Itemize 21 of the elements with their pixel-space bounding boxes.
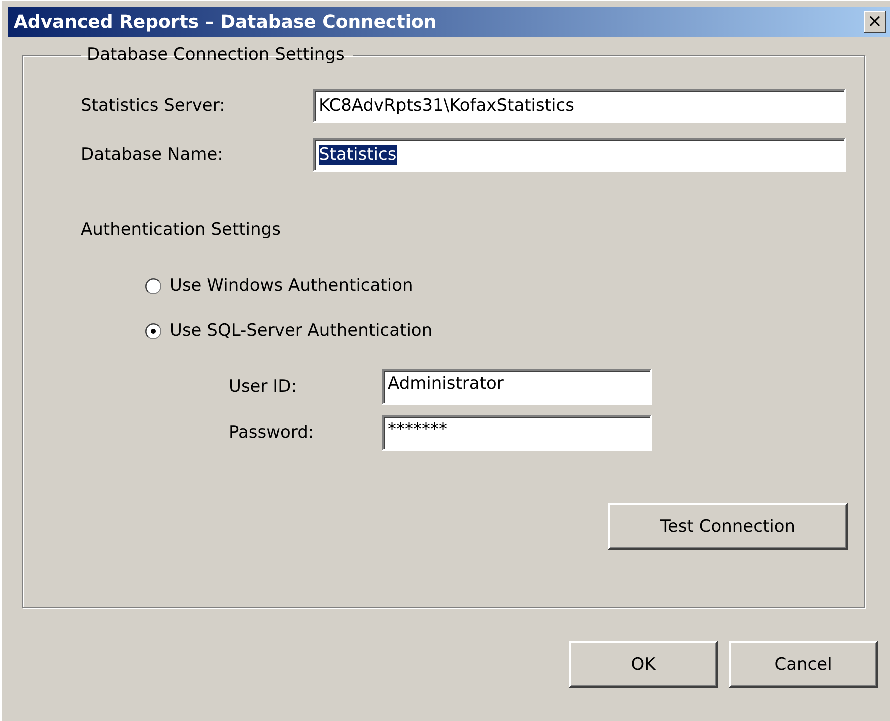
field-label: Statistics Server: <box>81 96 226 116</box>
radio-button-icon[interactable] <box>145 322 162 340</box>
test-connection-button[interactable]: Test Connection <box>608 503 848 550</box>
close-button[interactable]: × <box>864 11 886 33</box>
text-field[interactable]: ******* <box>382 415 652 451</box>
field-label: User ID: <box>229 377 298 397</box>
field-value: KC8AdvRpts31\KofaxStatistics <box>319 96 574 116</box>
window-title: Advanced Reports – Database Connection <box>14 12 437 32</box>
text-field[interactable]: Statistics <box>313 138 846 172</box>
text-field[interactable]: KC8AdvRpts31\KofaxStatistics <box>313 89 846 123</box>
group-title: Database Connection Settings <box>86 45 346 65</box>
section-heading: Authentication Settings <box>81 220 282 240</box>
text-field[interactable]: Administrator <box>382 369 652 405</box>
dialog-button[interactable]: Cancel <box>729 641 878 688</box>
field-value: Statistics <box>319 145 397 165</box>
radio-option[interactable]: Use Windows Authentication <box>145 276 848 296</box>
field-label: Database Name: <box>81 145 224 165</box>
radio-option[interactable]: Use SQL-Server Authentication <box>145 321 848 341</box>
field-label: Password: <box>229 423 316 443</box>
radio-button-icon[interactable] <box>145 278 162 294</box>
dialog-button[interactable]: OK <box>569 641 718 688</box>
